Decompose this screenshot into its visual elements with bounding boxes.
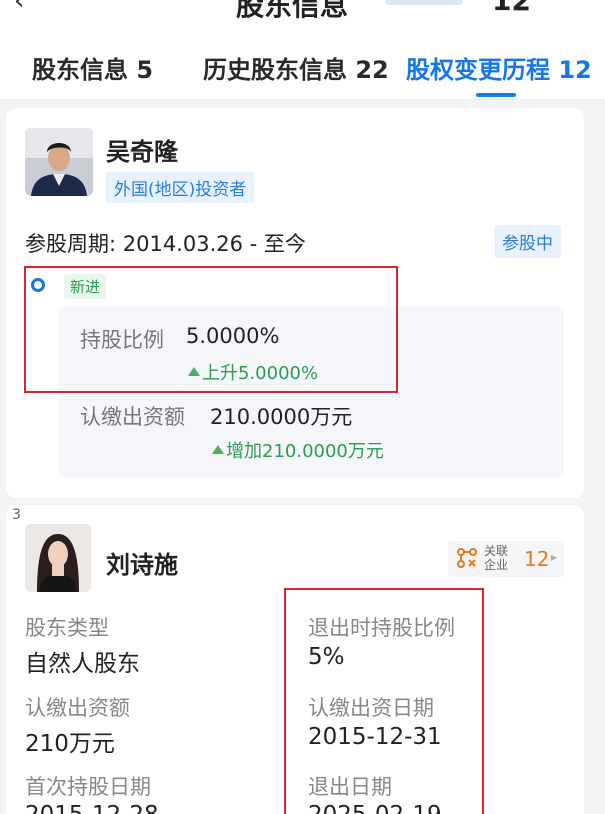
active-tab-indicator [476,93,516,97]
capital-change: 增加210.0000万元 [212,437,384,463]
status-badge: 参股中 [494,225,561,258]
field-label: 认缴出资额 [25,696,130,720]
capital-label: 认缴出资额 [80,405,185,429]
row-index: 3 [12,507,21,523]
shareholder-name[interactable]: 刘诗施 [106,545,178,580]
arrow-up-icon [212,445,224,454]
avatar [25,128,93,196]
title-placeholder-bar [385,0,463,5]
tab-bar: 股东信息 5 历史股东信息 22 股权变更历程 12 [0,22,605,100]
field-value: 2015-12-28 [25,802,159,814]
person-avatar-icon [25,524,91,592]
page-title: 股东信息 [236,0,349,22]
investor-type-tag: 外国(地区)投资者 [106,172,255,203]
related-label: 关联 企业 [484,544,509,572]
holding-period: 参股周期: 2014.03.26 - 至今 [25,232,306,256]
related-company-icon [457,548,477,568]
related-count: 12 [524,547,550,571]
tab-history-shareholders[interactable]: 历史股东信息 22 [203,50,389,85]
top-nav-bar: ‹ 股东信息 12 [0,0,605,22]
avatar [25,524,91,592]
shareholder-name[interactable]: 吴奇隆 [106,132,178,167]
field-label: 股东类型 [25,616,109,640]
page-count: 12 [492,0,531,17]
related-companies-button[interactable]: 关联 企业 12 ▸ [448,541,564,577]
capital-value: 210.0000万元 [210,405,353,429]
tab-equity-changes[interactable]: 股权变更历程 12 [406,50,592,85]
field-label: 首次持股日期 [25,775,151,799]
highlight-box-share-ratio [24,266,398,393]
chevron-right-icon: ▸ [551,550,558,564]
tab-shareholders[interactable]: 股东信息 5 [32,50,153,85]
field-value: 自然人股东 [25,651,140,677]
person-avatar-icon [25,128,93,196]
highlight-box-exit-info [284,588,484,814]
field-value: 210万元 [25,731,115,757]
back-arrow-icon[interactable]: ‹ [14,0,24,16]
